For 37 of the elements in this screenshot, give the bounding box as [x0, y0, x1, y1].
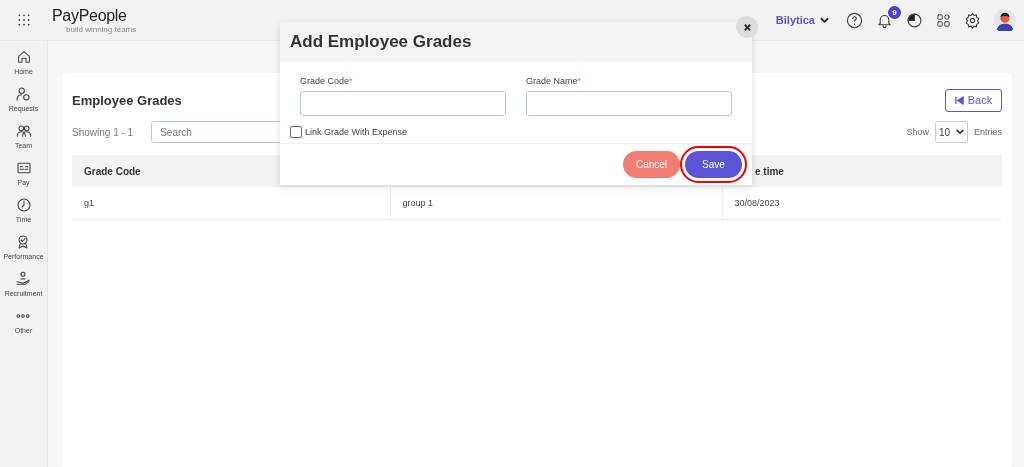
id-card-icon — [15, 160, 32, 176]
back-button[interactable]: Back — [945, 88, 1002, 112]
avatar[interactable] — [994, 9, 1016, 31]
modal-title: Add Employee Grades — [290, 32, 472, 52]
logo: PayPeople — [52, 6, 128, 25]
field-label: Grade Code* — [300, 76, 354, 86]
input-field[interactable] — [300, 91, 506, 116]
column-header: e time — [755, 165, 784, 177]
back-icon — [954, 95, 964, 105]
close-icon — [742, 22, 752, 32]
notification-badge: 9 — [888, 5, 901, 19]
table-cell: group 1 — [402, 198, 434, 208]
home-icon — [15, 49, 32, 65]
grid-icon — [16, 13, 31, 27]
showing-count: Showing 1 - 1 — [72, 126, 134, 138]
chevron-icon — [820, 16, 829, 24]
apps-icon — [936, 12, 951, 28]
team-icon — [15, 123, 32, 139]
page-size-select[interactable]: 10 — [935, 121, 968, 143]
checkbox[interactable] — [290, 126, 302, 138]
input-field[interactable] — [526, 91, 732, 116]
table-cell: g1 — [84, 198, 94, 208]
company-dropdown[interactable]: Bilytica — [775, 14, 829, 26]
tagline: build winning teams — [66, 24, 137, 34]
entries-label: Entries — [974, 127, 1002, 137]
pie-chart-icon — [906, 11, 923, 29]
column-header: Grade Code — [84, 165, 141, 177]
show-label: Show — [906, 127, 929, 137]
hand-person-icon — [15, 271, 32, 287]
chevron-icon — [956, 129, 964, 135]
help-icon — [846, 11, 863, 29]
clock-icon — [15, 197, 32, 213]
person-icon — [15, 86, 32, 102]
page-title: Employee Grades — [72, 92, 182, 108]
table-cell: 30/08/2023 — [734, 198, 780, 208]
field-label: Grade Name* — [526, 76, 583, 86]
settings-icon — [964, 11, 981, 29]
